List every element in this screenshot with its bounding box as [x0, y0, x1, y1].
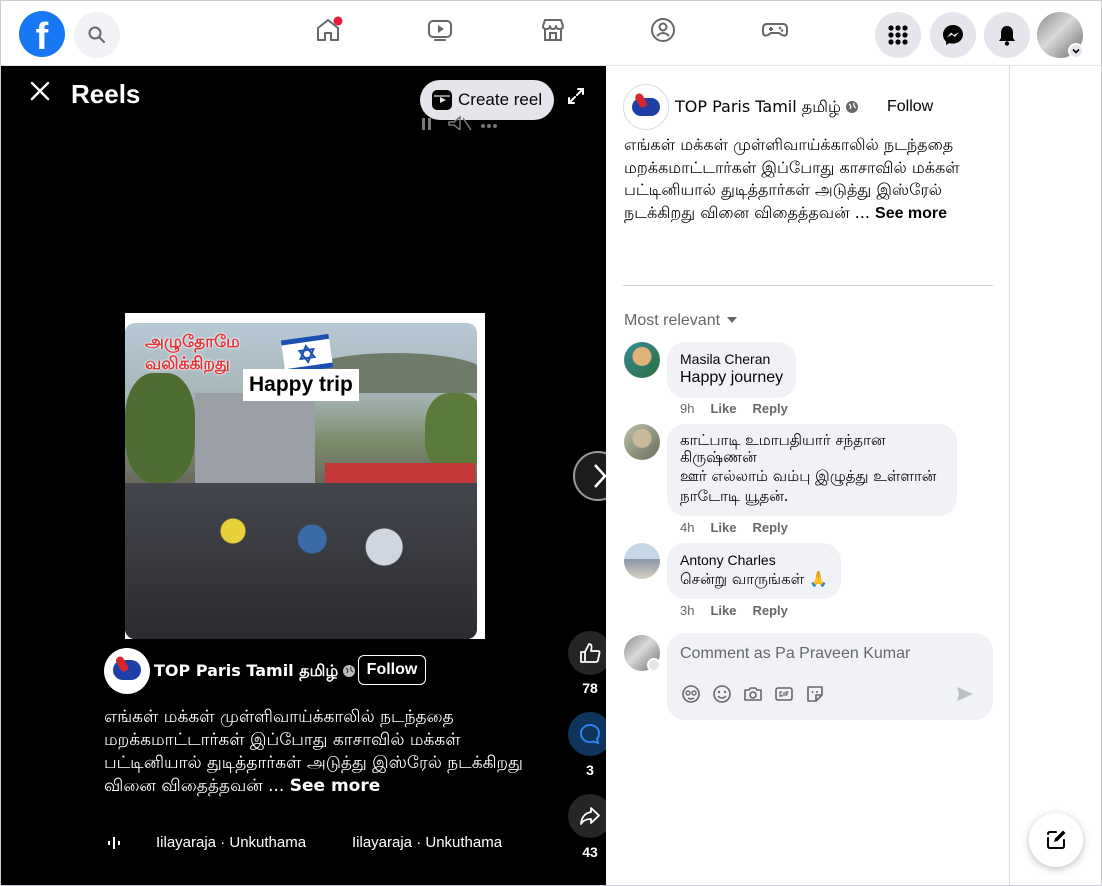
video-icon[interactable]: [425, 15, 455, 45]
comment-text: ஊர் எல்லாம் வம்பு இழுத்து உள்ளான் நாடோடி…: [680, 467, 937, 505]
video-crowd: [125, 483, 477, 639]
sort-label: Most relevant: [624, 312, 721, 329]
commenter-name[interactable]: காட்பாடி உமாபதியார் சந்தான கிருஷ்ணன்: [680, 432, 944, 466]
commenter-avatar[interactable]: [624, 424, 660, 460]
music-title: Iilayaraja · Unkuthama: [156, 834, 307, 851]
search-button[interactable]: [74, 12, 120, 58]
new-message-button[interactable]: [1029, 813, 1083, 867]
comment-bubble: காட்பாடி உமாபதியார் சந்தான கிருஷ்ணன் ஊர்…: [667, 424, 957, 516]
divider: [623, 285, 993, 286]
search-icon: [88, 26, 105, 43]
facebook-reels-window: f Reels Create reel அழுதோமே வலிக்கிறது H…: [0, 0, 1102, 886]
see-more-link[interactable]: See more: [290, 776, 381, 796]
comment-sort-dropdown[interactable]: Most relevant: [624, 310, 738, 332]
music-title: Iilayaraja · Unkuthama: [352, 834, 503, 851]
avatar-sticker-icon[interactable]: [681, 684, 701, 704]
marketplace-icon[interactable]: [538, 15, 568, 45]
commenter-avatar[interactable]: [624, 543, 660, 579]
home-icon[interactable]: [313, 15, 343, 45]
video-tree: [125, 373, 195, 483]
reel-icon: [432, 90, 452, 110]
comment-bubble: Masila Cheran Happy journey: [667, 342, 797, 398]
top-navigation-bar: f: [1, 1, 1101, 66]
video-frame: அழுதோமே வலிக்கிறது Happy trip: [125, 323, 477, 639]
comment-meta: 4h Like Reply: [680, 520, 804, 536]
notifications-button[interactable]: [984, 12, 1030, 58]
facebook-logo[interactable]: f: [19, 11, 65, 57]
close-icon[interactable]: [27, 78, 53, 104]
sticker-icon[interactable]: [805, 684, 825, 704]
comment-meta: 3h Like Reply: [680, 603, 804, 619]
comment-bubble: Antony Charles சென்று வாருங்கள் 🙏: [667, 543, 841, 599]
comment-meta: 9h Like Reply: [680, 401, 804, 417]
menu-grid-button[interactable]: [875, 12, 921, 58]
author-name[interactable]: TOP Paris Tamil தமிழ்: [154, 661, 338, 680]
send-icon[interactable]: [955, 684, 975, 704]
comment-text: Happy journey: [680, 369, 784, 386]
expand-icon[interactable]: [566, 86, 586, 106]
comment-icon: [580, 724, 600, 745]
emoji-icon[interactable]: [712, 684, 732, 704]
reel-caption: எங்கள் மக்கள் முள்ளிவாய்க்காலில் நடந்ததை…: [104, 706, 524, 798]
comment-input[interactable]: [680, 643, 980, 665]
follow-button[interactable]: Follow: [358, 655, 426, 685]
chevron-down-icon[interactable]: [647, 658, 661, 672]
comment-time[interactable]: 4h: [680, 520, 694, 535]
playback-controls[interactable]: [419, 114, 509, 130]
video-tree: [425, 393, 477, 473]
messenger-icon: [943, 25, 963, 45]
create-reel-label: Create reel: [458, 90, 543, 109]
comment-reply-link[interactable]: Reply: [752, 520, 787, 535]
page-avatar[interactable]: [623, 84, 669, 130]
see-more-link[interactable]: See more: [875, 205, 947, 222]
commenter-avatar[interactable]: [624, 342, 660, 378]
share-icon: [580, 807, 600, 825]
gaming-icon[interactable]: [760, 15, 790, 45]
page-avatar[interactable]: [104, 648, 150, 694]
comment-reply-link[interactable]: Reply: [752, 401, 787, 416]
comment-like-link[interactable]: Like: [710, 520, 736, 535]
gif-icon[interactable]: [774, 684, 794, 704]
reel-player: Reels Create reel அழுதோமே வலிக்கிறது Hap…: [1, 66, 623, 885]
post-follow-button[interactable]: Follow: [887, 96, 933, 118]
audio-wave-icon: [108, 837, 120, 849]
bell-icon: [999, 26, 1015, 46]
comment-time[interactable]: 9h: [680, 401, 694, 416]
comments-panel: TOP Paris Tamil தமிழ் Follow எங்கள் மக்க…: [606, 66, 1010, 885]
comment-composer: [667, 633, 993, 720]
post-author-name[interactable]: TOP Paris Tamil தமிழ்: [675, 97, 841, 116]
comment-text: சென்று வாருங்கள் 🙏: [680, 570, 828, 588]
account-chevron-icon[interactable]: [1068, 43, 1084, 59]
thumbs-up-icon: [580, 643, 601, 663]
comment-time[interactable]: 3h: [680, 603, 694, 618]
comment-like-link[interactable]: Like: [710, 603, 736, 618]
music-ticker[interactable]: Iilayaraja · Unkuthama Iilayaraja · Unku…: [104, 832, 524, 854]
commenter-name[interactable]: Antony Charles: [680, 551, 828, 569]
compose-icon: [1047, 830, 1066, 849]
camera-icon[interactable]: [743, 684, 763, 704]
video-building: [195, 393, 315, 483]
groups-icon[interactable]: [648, 15, 678, 45]
post-caption: எங்கள் மக்கள் முள்ளிவாய்க்காலில் நடந்ததை…: [624, 134, 994, 225]
globe-icon: [845, 101, 858, 113]
globe-icon: [343, 665, 356, 677]
caret-down-icon: [727, 317, 738, 323]
comment-like-link[interactable]: Like: [710, 401, 736, 416]
menu-grid-icon: [888, 25, 908, 45]
logo-letter: f: [35, 16, 49, 57]
reel-video[interactable]: அழுதோமே வலிக்கிறது Happy trip: [125, 313, 485, 639]
messenger-button[interactable]: [930, 12, 976, 58]
commenter-name[interactable]: Masila Cheran: [680, 350, 783, 368]
video-sticker-text: Happy trip: [243, 369, 359, 401]
reels-title: Reels: [71, 79, 141, 109]
comment-reply-link[interactable]: Reply: [752, 603, 787, 618]
reel-author: TOP Paris Tamil தமிழ் Follow: [104, 648, 434, 694]
